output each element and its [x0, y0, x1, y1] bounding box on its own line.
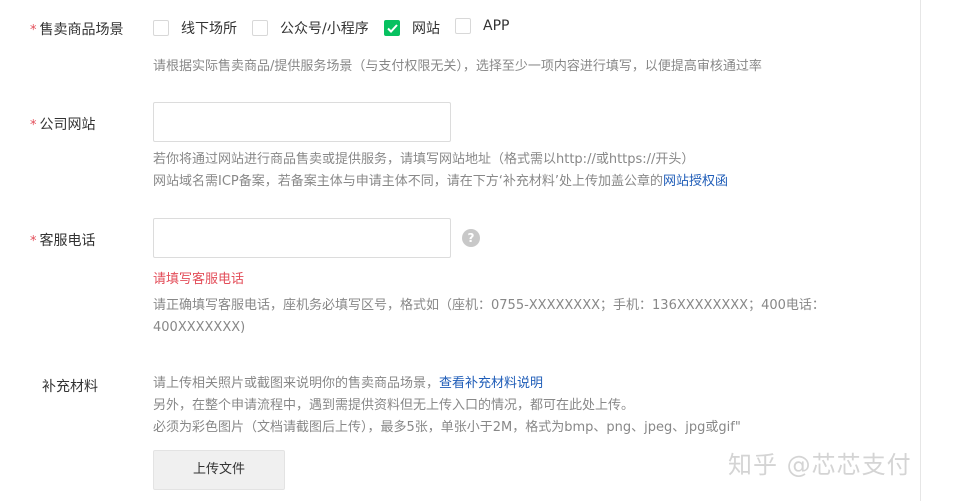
option-offline-label: 线下场所 — [181, 21, 237, 37]
scene-hint: 请根据实际售卖商品/提供服务场景（与支付权限无关），选择至少一项内容进行填写，以… — [153, 59, 762, 74]
materials-hint-1: 请上传相关照片或截图来说明你的售卖商品场景，查看补充材料说明 — [153, 376, 544, 391]
option-website-label: 网站 — [412, 21, 440, 37]
materials-hint-3: 必须为彩色图片（文档请截图后上传），最多5张，单张小于2M，格式为bmp、png… — [153, 420, 741, 435]
materials-hint-2: 另外，在整个申请流程中，遇到需提供资料但无上传入口的情况，都可在此处上传。 — [153, 398, 635, 413]
option-app[interactable]: APP — [455, 18, 509, 34]
materials-guide-link[interactable]: 查看补充材料说明 — [439, 376, 543, 391]
checkbox-offline[interactable] — [153, 20, 169, 36]
website-hint-2: 网站域名需ICP备案，若备案主体与申请主体不同，请在下方‘补充材料’处上传加盖公… — [153, 174, 729, 189]
checkbox-miniprogram[interactable] — [252, 20, 268, 36]
required-mark: * — [30, 23, 37, 38]
upload-file-button[interactable]: 上传文件 — [153, 450, 285, 490]
option-miniprogram[interactable]: 公众号/小程序 — [252, 18, 369, 38]
option-website[interactable]: 网站 — [384, 18, 440, 38]
phone-label: * 客服电话 — [30, 233, 96, 249]
phone-hint-2: 400XXXXXXX) — [153, 320, 246, 335]
check-icon — [387, 24, 398, 33]
option-offline[interactable]: 线下场所 — [153, 18, 237, 38]
website-authorization-link[interactable]: 网站授权函 — [663, 174, 728, 189]
right-border — [920, 0, 921, 501]
required-mark: * — [30, 234, 37, 249]
website-hint-1: 若你将通过网站进行商品售卖或提供服务，请填写网站地址（格式需以http://或h… — [153, 152, 695, 167]
checkbox-app[interactable] — [455, 18, 471, 34]
help-icon[interactable]: ? — [462, 229, 480, 247]
option-miniprogram-label: 公众号/小程序 — [280, 21, 369, 37]
required-mark: * — [30, 118, 37, 133]
option-app-label: APP — [483, 18, 510, 34]
checkbox-website[interactable] — [384, 20, 400, 36]
phone-error: 请填写客服电话 — [153, 272, 245, 287]
website-input[interactable] — [153, 102, 451, 142]
materials-label: 补充材料 — [42, 379, 98, 395]
phone-input[interactable] — [153, 218, 451, 258]
watermark: 知乎 @芯芯支付 — [728, 451, 912, 479]
website-label: * 公司网站 — [30, 117, 96, 133]
phone-hint-1: 请正确填写客服电话，座机务必填写区号，格式如（座机：0755-XXXXXXXX；… — [153, 298, 825, 313]
scene-label: * 售卖商品场景 — [30, 22, 124, 38]
